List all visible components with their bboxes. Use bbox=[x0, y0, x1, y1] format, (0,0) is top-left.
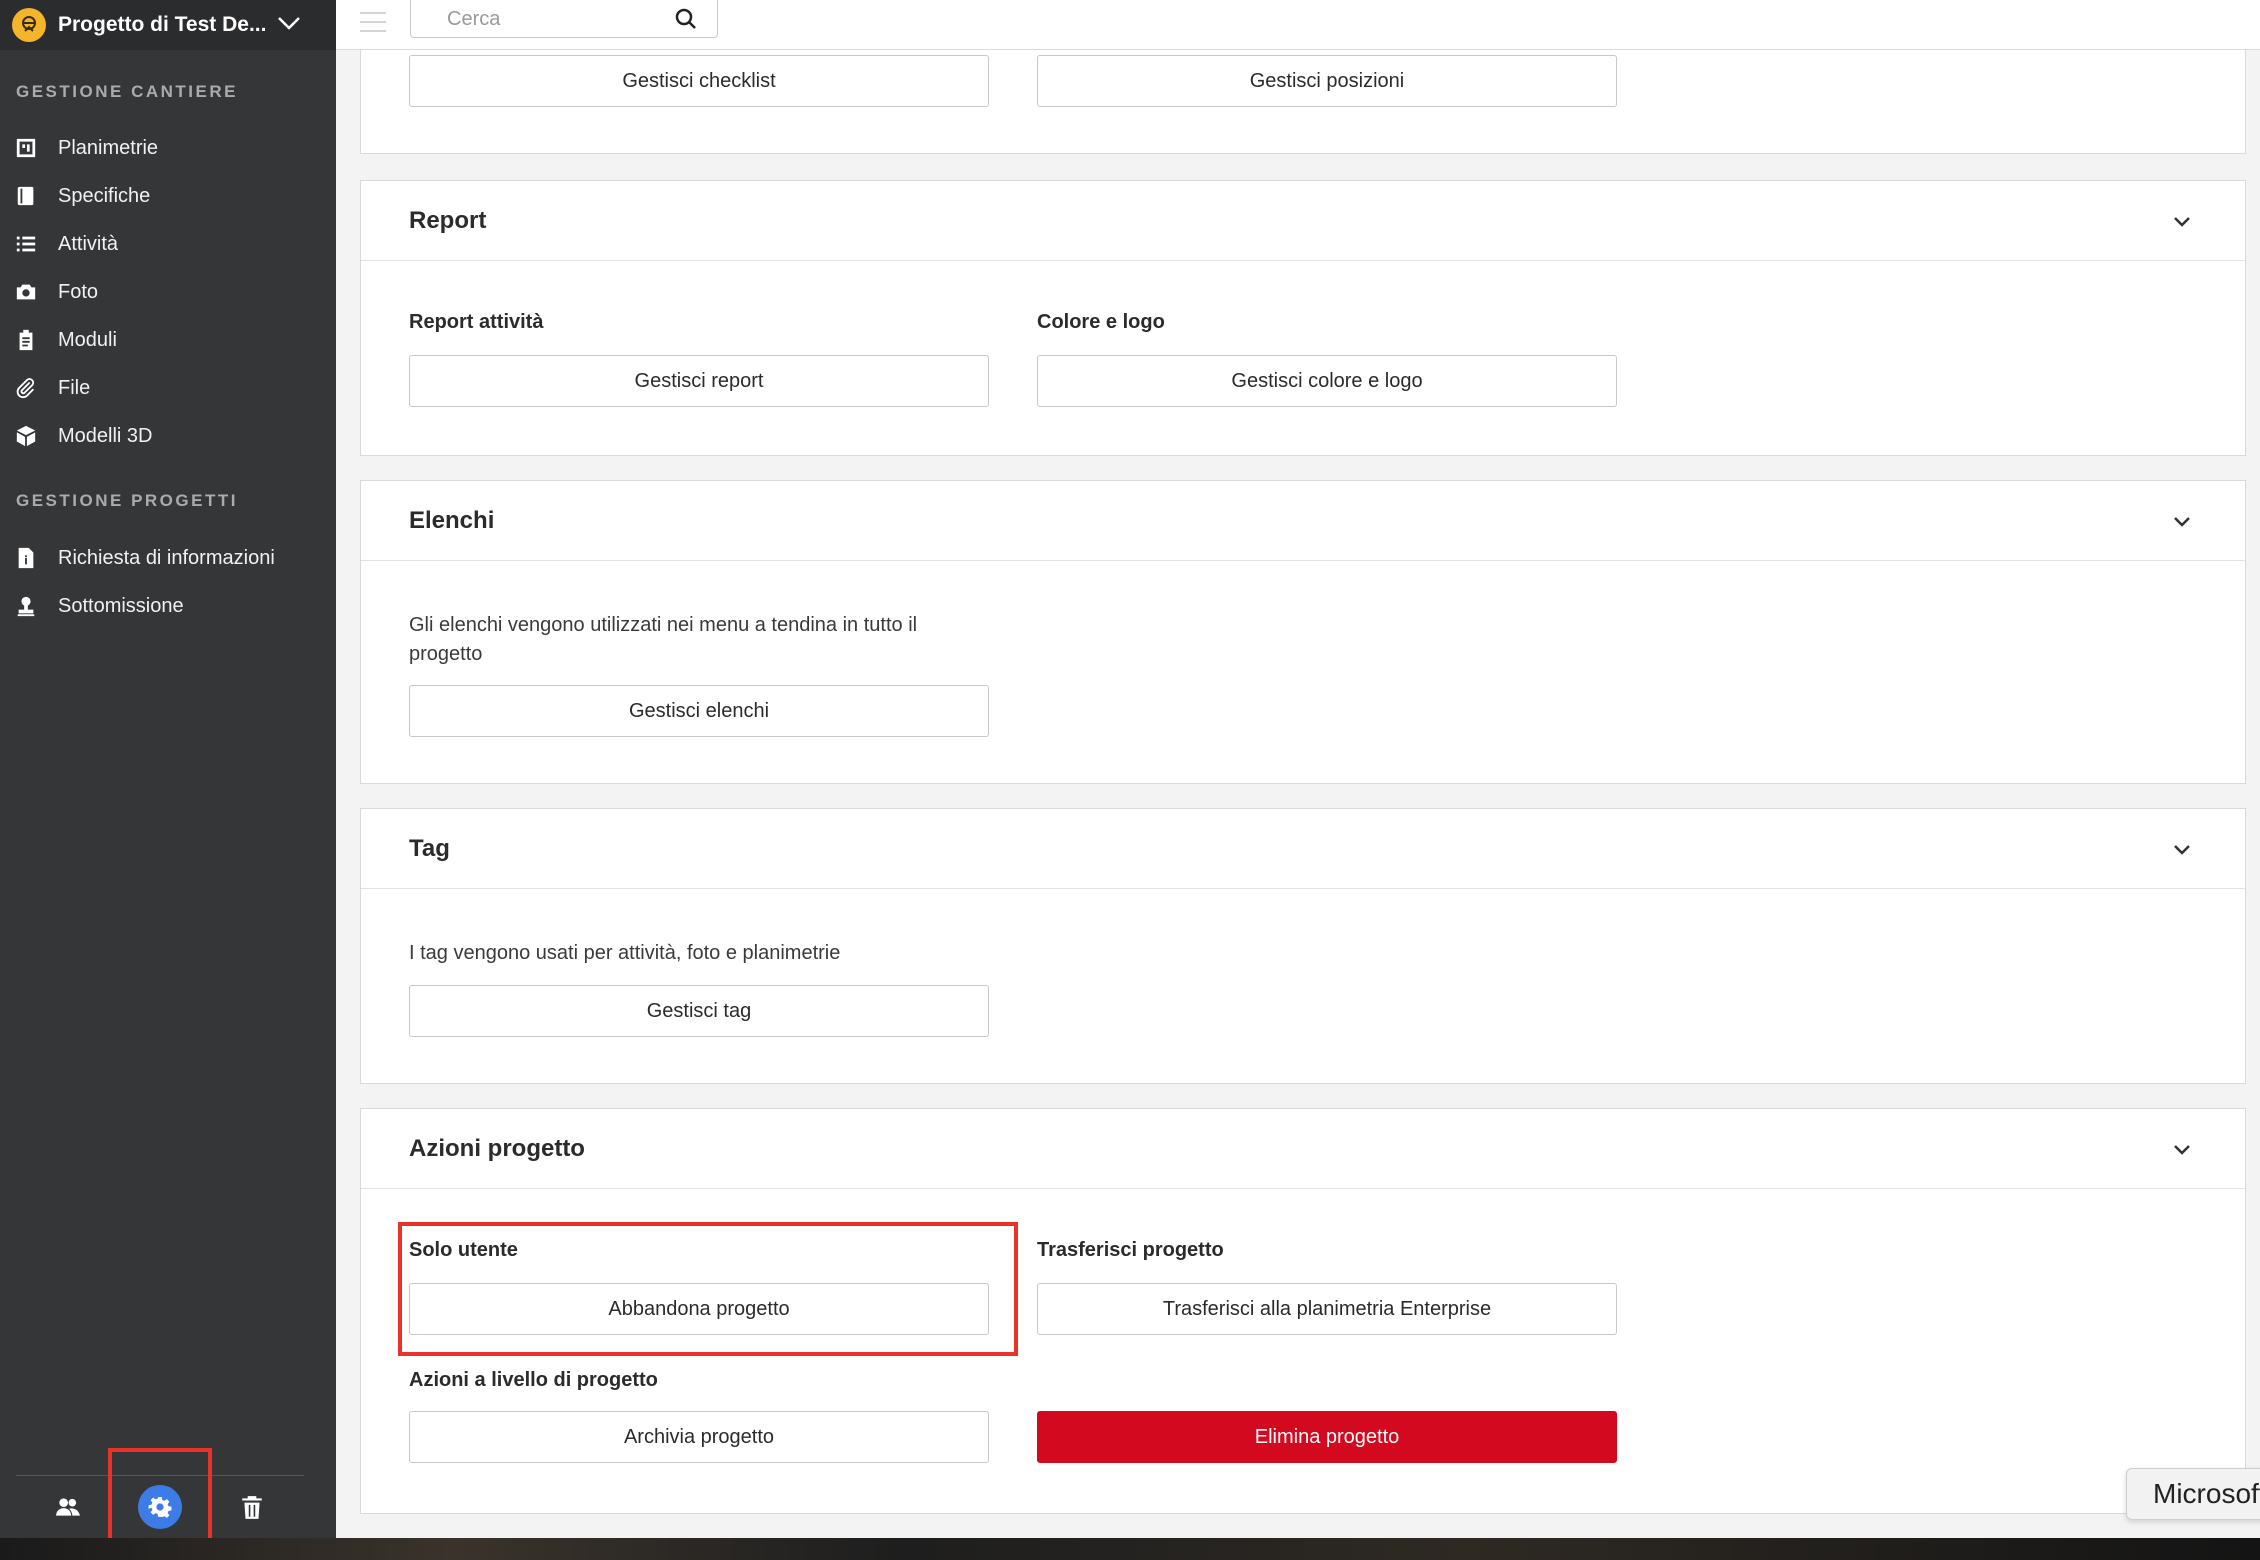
sidebar-item-label: Modelli 3D bbox=[58, 424, 153, 447]
card-title: Elenchi bbox=[409, 507, 495, 534]
manage-checklist-button[interactable]: Gestisci checklist bbox=[409, 55, 989, 107]
desktop-taskbar bbox=[0, 1538, 2260, 1560]
section-title-projects: GESTIONE PROGETTI bbox=[16, 491, 238, 510]
chevron-down-icon[interactable] bbox=[274, 8, 304, 38]
info-document-icon bbox=[14, 546, 38, 570]
sidebar: Progetto di Test De... GESTIONE CANTIERE… bbox=[0, 0, 336, 1538]
sidebar-item-label: Richiesta di informazioni bbox=[58, 546, 275, 569]
card-tags: Tag I tag vengono usati per attività, fo… bbox=[360, 808, 2246, 1084]
chevron-down-icon[interactable] bbox=[2169, 1137, 2195, 1163]
paperclip-icon bbox=[14, 376, 38, 400]
card-header[interactable]: Tag bbox=[361, 809, 2245, 889]
settings-content: Gestisci checklist Gestisci posizioni Re… bbox=[336, 50, 2260, 1538]
manage-lists-button[interactable]: Gestisci elenchi bbox=[409, 685, 989, 737]
card-positions: Gestisci checklist Gestisci posizioni bbox=[360, 50, 2246, 154]
card-header[interactable]: Elenchi bbox=[361, 481, 2245, 561]
hamburger-menu-icon[interactable] bbox=[360, 12, 386, 34]
sidebar-item-label: Moduli bbox=[58, 328, 117, 351]
card-lists: Elenchi Gli elenchi vengono utilizzati n… bbox=[360, 480, 2246, 784]
sidebar-item-richiesta-informazioni[interactable]: Richiesta di informazioni bbox=[0, 535, 336, 581]
sidebar-item-specifiche[interactable]: Specifiche bbox=[0, 173, 336, 219]
search-icon[interactable] bbox=[673, 6, 699, 32]
camera-icon bbox=[14, 280, 38, 304]
sidebar-item-label: Sottomissione bbox=[58, 594, 184, 617]
chevron-down-icon[interactable] bbox=[2169, 837, 2195, 863]
leave-project-button[interactable]: Abbandona progetto bbox=[409, 1283, 989, 1335]
clipboard-icon bbox=[14, 328, 38, 352]
project-switcher[interactable]: Progetto di Test De... bbox=[0, 0, 336, 50]
activity-report-label: Report attività bbox=[409, 311, 544, 333]
sidebar-item-label: Attività bbox=[58, 232, 119, 255]
trash-icon bbox=[242, 1496, 262, 1519]
book-icon bbox=[14, 184, 38, 208]
chevron-down-icon[interactable] bbox=[2169, 209, 2195, 235]
chevron-down-icon[interactable] bbox=[2169, 509, 2195, 535]
sidebar-item-label: Specifiche bbox=[58, 184, 151, 207]
section-title-site: GESTIONE CANTIERE bbox=[16, 82, 238, 101]
card-header[interactable]: Azioni progetto bbox=[361, 1109, 2245, 1189]
gear-icon bbox=[138, 1485, 182, 1529]
sidebar-item-modelli-3d[interactable]: Modelli 3D bbox=[0, 413, 336, 459]
manage-color-logo-button[interactable]: Gestisci colore e logo bbox=[1037, 355, 1617, 407]
manage-report-button[interactable]: Gestisci report bbox=[409, 355, 989, 407]
lists-description: Gli elenchi vengono utilizzati nei menu … bbox=[409, 614, 918, 665]
sidebar-item-attivita[interactable]: Attività bbox=[0, 221, 336, 267]
stamp-icon bbox=[14, 594, 38, 618]
card-title: Report bbox=[409, 207, 487, 234]
user-only-label: Solo utente bbox=[409, 1239, 518, 1261]
sidebar-item-label: Planimetrie bbox=[58, 136, 159, 159]
sidebar-item-label: Foto bbox=[58, 280, 99, 303]
top-bar bbox=[336, 0, 2260, 50]
color-logo-label: Colore e logo bbox=[1037, 311, 1165, 333]
notification-toast[interactable]: Microsoft bbox=[2126, 1468, 2260, 1520]
users-button[interactable] bbox=[46, 1485, 90, 1529]
manage-positions-button[interactable]: Gestisci posizioni bbox=[1037, 55, 1617, 107]
sidebar-item-moduli[interactable]: Moduli bbox=[0, 317, 336, 363]
settings-button[interactable] bbox=[138, 1485, 182, 1529]
list-icon bbox=[14, 232, 38, 256]
sidebar-item-file[interactable]: File bbox=[0, 365, 336, 411]
sidebar-item-planimetrie[interactable]: Planimetrie bbox=[0, 125, 336, 171]
users-icon bbox=[56, 1498, 80, 1516]
sidebar-item-sottomissione[interactable]: Sottomissione bbox=[0, 583, 336, 629]
project-logo-icon bbox=[12, 8, 46, 42]
card-header[interactable]: Report bbox=[361, 181, 2245, 261]
search-box bbox=[410, 0, 718, 38]
search-input[interactable] bbox=[447, 6, 667, 32]
card-project-actions: Azioni progetto Solo utente Trasferisci … bbox=[360, 1108, 2246, 1514]
archive-project-button[interactable]: Archivia progetto bbox=[409, 1411, 989, 1463]
card-report: Report Report attività Colore e logo Ges… bbox=[360, 180, 2246, 456]
transfer-enterprise-button[interactable]: Trasferisci alla planimetria Enterprise bbox=[1037, 1283, 1617, 1335]
card-title: Tag bbox=[409, 835, 450, 862]
card-title: Azioni progetto bbox=[409, 1135, 585, 1162]
delete-project-button[interactable]: Elimina progetto bbox=[1037, 1411, 1617, 1463]
transfer-project-label: Trasferisci progetto bbox=[1037, 1239, 1224, 1261]
cube-icon bbox=[14, 424, 38, 448]
project-level-actions-label: Azioni a livello di progetto bbox=[409, 1369, 658, 1391]
tags-description: I tag vengono usati per attività, foto e… bbox=[409, 942, 841, 964]
project-title: Progetto di Test De... bbox=[58, 13, 267, 36]
sidebar-divider bbox=[16, 1475, 304, 1476]
trash-button[interactable] bbox=[230, 1485, 274, 1529]
floorplan-icon bbox=[14, 136, 38, 160]
manage-tags-button[interactable]: Gestisci tag bbox=[409, 985, 989, 1037]
sidebar-item-foto[interactable]: Foto bbox=[0, 269, 336, 315]
sidebar-item-label: File bbox=[58, 376, 91, 399]
